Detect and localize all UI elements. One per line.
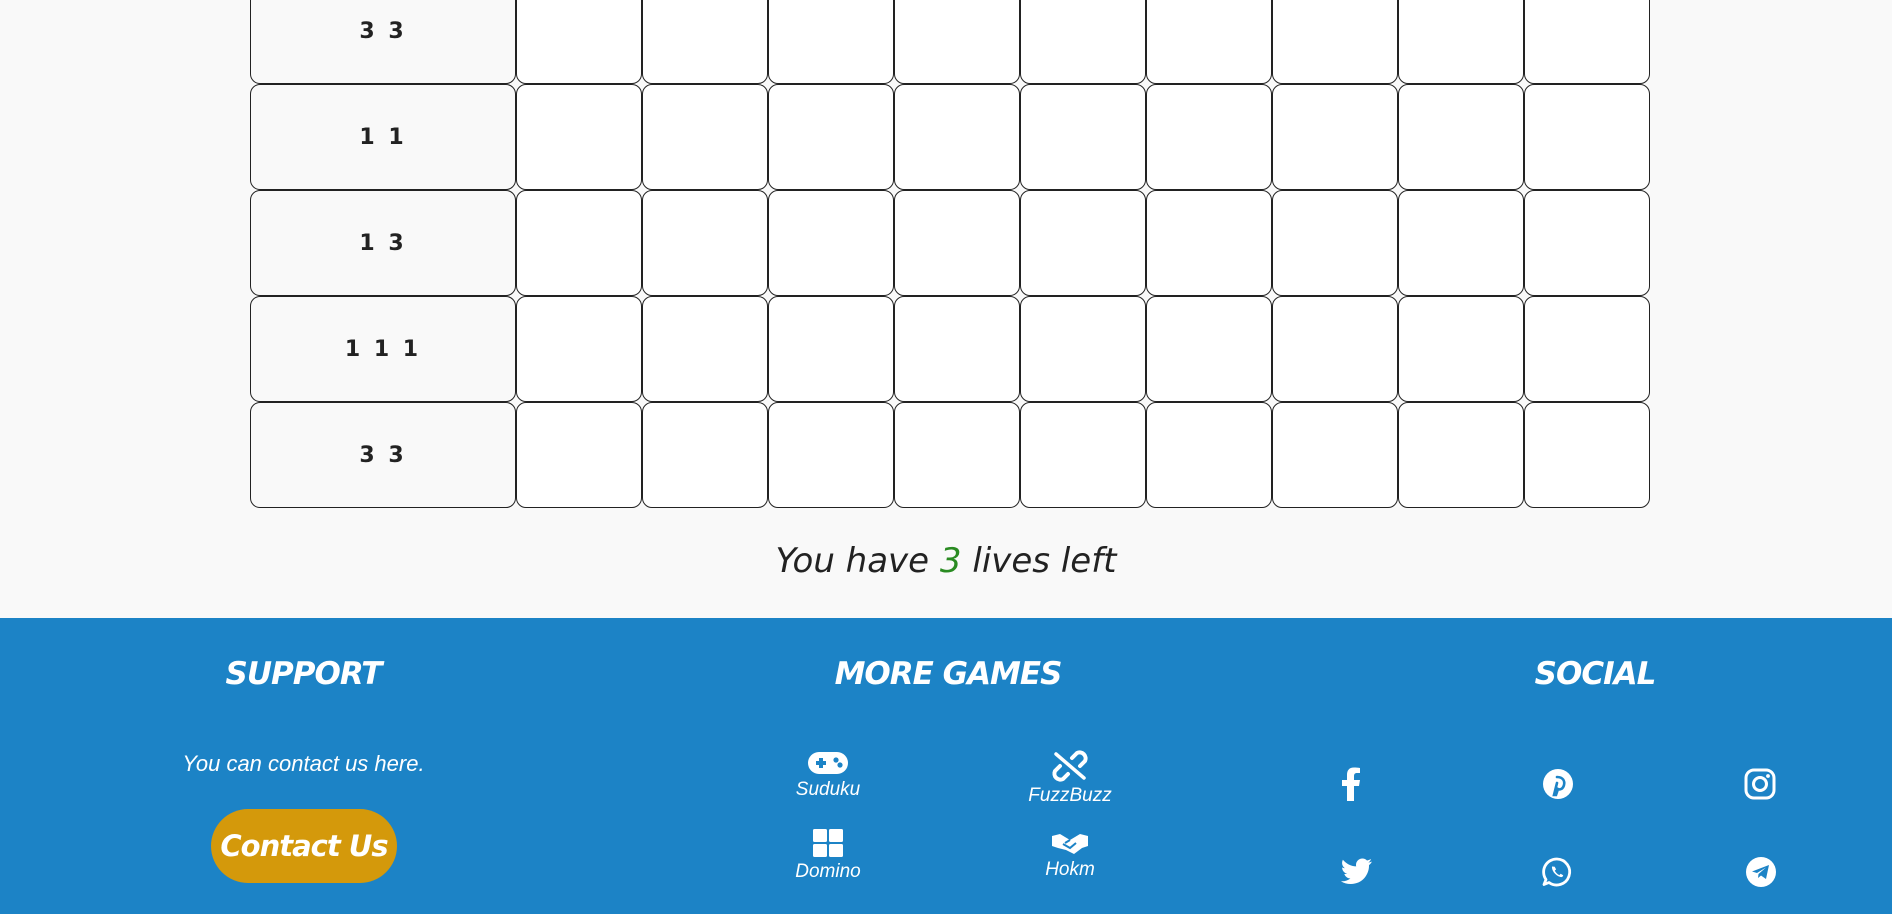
grid-icon	[813, 829, 843, 857]
grid-cell[interactable]	[516, 190, 642, 296]
grid-cell[interactable]	[1524, 0, 1650, 84]
support-heading: SUPPORT	[225, 656, 383, 692]
grid-cell[interactable]	[1146, 0, 1272, 84]
grid-cell[interactable]	[1020, 190, 1146, 296]
grid-cell[interactable]	[1020, 402, 1146, 508]
grid-cell[interactable]	[768, 84, 894, 190]
game-label: Hokm	[1045, 859, 1095, 880]
twitter-icon[interactable]	[1336, 852, 1376, 892]
grid-cell[interactable]	[768, 296, 894, 402]
more-games-heading: MORE GAMES	[834, 656, 1063, 692]
grid-cell[interactable]	[1272, 190, 1398, 296]
grid-cell[interactable]	[1146, 296, 1272, 402]
grid-cell[interactable]	[768, 0, 894, 84]
lives-status: You have 3 lives left	[0, 541, 1892, 581]
grid-cell[interactable]	[1398, 84, 1524, 190]
grid-cell[interactable]	[642, 402, 768, 508]
grid-cell[interactable]	[642, 190, 768, 296]
grid-cell[interactable]	[1398, 190, 1524, 296]
lives-prefix: You have	[775, 541, 930, 581]
game-label: FuzzBuzz	[1028, 785, 1112, 806]
grid-cell[interactable]	[642, 296, 768, 402]
pinterest-icon[interactable]	[1538, 764, 1578, 804]
footer: SUPPORT You can contact us here. Contact…	[0, 618, 1892, 914]
broken-link-icon	[1052, 750, 1088, 782]
row-clue: 1 1	[250, 84, 516, 190]
grid-cell[interactable]	[1020, 296, 1146, 402]
grid-cell[interactable]	[516, 84, 642, 190]
grid-cell[interactable]	[1398, 402, 1524, 508]
facebook-icon[interactable]	[1331, 764, 1371, 804]
game-label: Suduku	[795, 779, 861, 800]
grid-cell[interactable]	[642, 84, 768, 190]
grid-cell[interactable]	[1146, 190, 1272, 296]
grid-cell[interactable]	[894, 190, 1020, 296]
grid-cell[interactable]	[1272, 0, 1398, 84]
grid-cell[interactable]	[516, 402, 642, 508]
grid-cell[interactable]	[1272, 402, 1398, 508]
lives-suffix: lives left	[972, 541, 1117, 581]
grid-cell[interactable]	[642, 0, 768, 84]
grid-cell[interactable]	[768, 402, 894, 508]
grid-cell[interactable]	[1272, 296, 1398, 402]
contact-us-button[interactable]: Contact Us	[211, 809, 397, 883]
row-clue: 3 3	[250, 0, 516, 84]
row-clue: 1 1 1	[250, 296, 516, 402]
grid-cell[interactable]	[1524, 190, 1650, 296]
row-clue: 1 3	[250, 190, 516, 296]
grid-cell[interactable]	[1146, 84, 1272, 190]
grid-cell[interactable]	[1020, 0, 1146, 84]
telegram-icon[interactable]	[1741, 852, 1781, 892]
grid-cell[interactable]	[1524, 402, 1650, 508]
lives-count: 3	[939, 541, 962, 581]
social-heading: SOCIAL	[1534, 656, 1657, 692]
game-link-hokm[interactable]: Hokm	[990, 830, 1150, 881]
nonogram-board: 3 3 1 1 1 3 1 1 1 3 3	[250, 0, 1650, 508]
grid-cell[interactable]	[1020, 84, 1146, 190]
handshake-icon	[1052, 834, 1088, 854]
grid-cell[interactable]	[516, 296, 642, 402]
grid-cell[interactable]	[894, 402, 1020, 508]
grid-cell[interactable]	[1398, 0, 1524, 84]
grid-cell[interactable]	[1398, 296, 1524, 402]
instagram-icon[interactable]	[1740, 764, 1780, 804]
grid-cell[interactable]	[768, 190, 894, 296]
grid-cell[interactable]	[1146, 402, 1272, 508]
game-link-fuzzbuzz[interactable]: FuzzBuzz	[990, 750, 1150, 807]
grid-cell[interactable]	[516, 0, 642, 84]
game-label: Domino	[795, 861, 861, 882]
row-clue: 3 3	[250, 402, 516, 508]
support-text: You can contact us here.	[182, 751, 425, 776]
whatsapp-icon[interactable]	[1537, 852, 1577, 892]
grid-cell[interactable]	[894, 296, 1020, 402]
grid-cell[interactable]	[1272, 84, 1398, 190]
game-link-suduku[interactable]: Suduku	[748, 750, 908, 801]
gamepad-icon	[808, 752, 848, 774]
grid-cell[interactable]	[1524, 84, 1650, 190]
grid-cell[interactable]	[894, 0, 1020, 84]
grid-cell[interactable]	[1524, 296, 1650, 402]
game-link-domino[interactable]: Domino	[748, 828, 908, 883]
grid-cell[interactable]	[894, 84, 1020, 190]
